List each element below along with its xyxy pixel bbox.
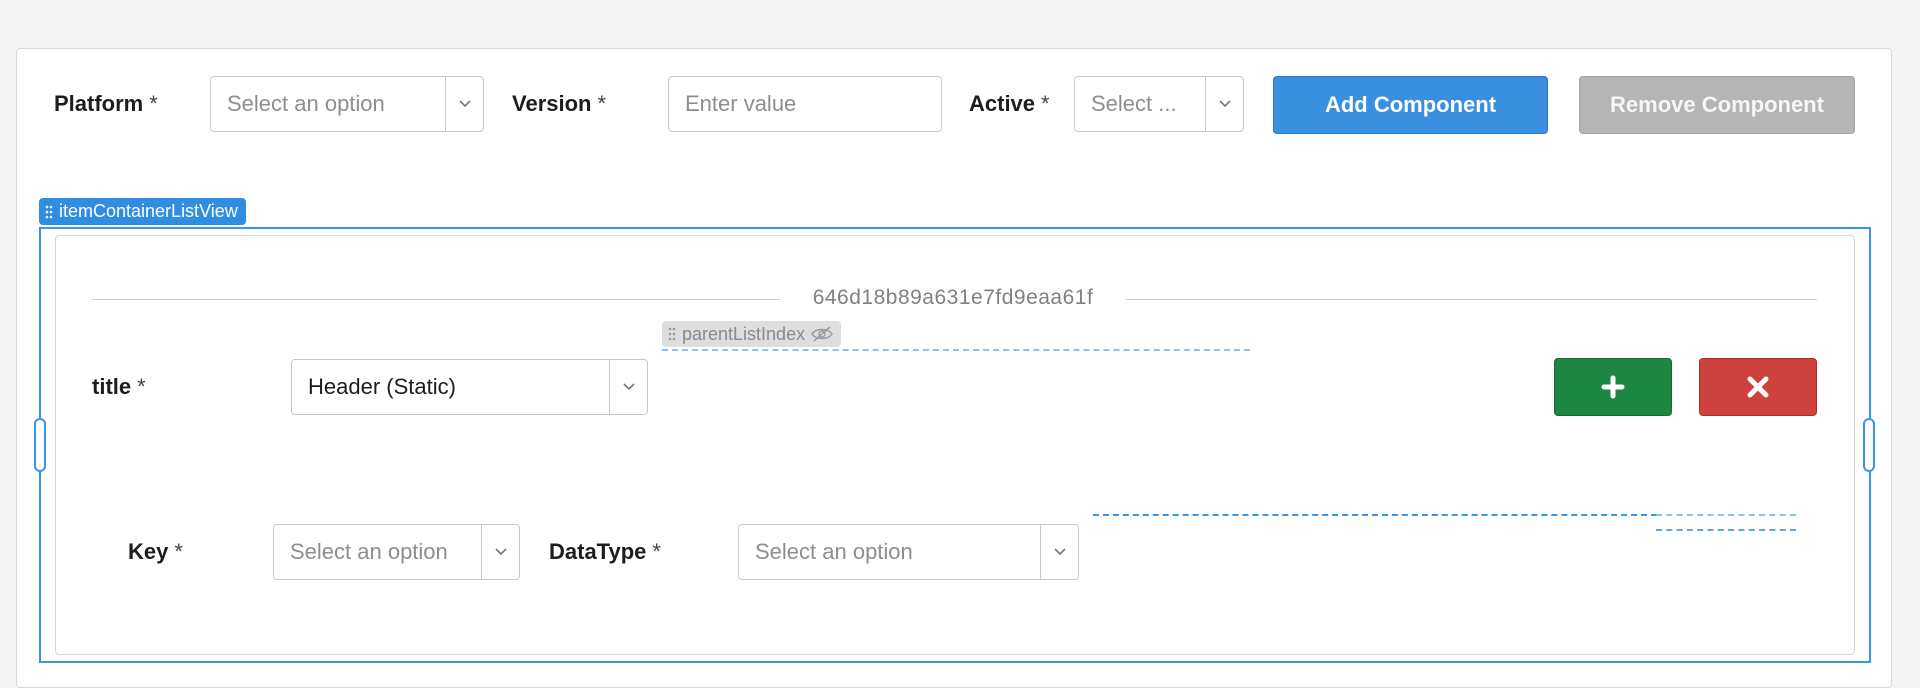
drop-indicator-line	[1656, 529, 1796, 531]
chevron-down-icon[interactable]	[445, 77, 483, 131]
drop-indicator-line	[1656, 514, 1796, 516]
add-component-button[interactable]: Add Component	[1273, 76, 1548, 134]
chevron-down-icon[interactable]	[1205, 77, 1243, 131]
drag-handle-icon[interactable]	[45, 205, 53, 219]
drop-indicator	[662, 349, 1250, 351]
chevron-down-icon[interactable]	[481, 525, 519, 579]
list-view-tag[interactable]: itemContainerListView	[39, 198, 246, 225]
drag-handle-icon[interactable]	[668, 327, 676, 341]
title-select[interactable]: Header (Static)	[291, 359, 648, 415]
version-label: Version *	[512, 91, 607, 116]
key-select[interactable]: Select an option	[273, 524, 520, 580]
platform-label: Platform *	[54, 91, 158, 116]
resize-handle-left[interactable]	[34, 418, 46, 472]
key-label: Key *	[128, 539, 183, 564]
datatype-select[interactable]: Select an option	[738, 524, 1079, 580]
title-label: title *	[92, 374, 146, 399]
version-input[interactable]: Enter value	[668, 76, 942, 132]
parent-list-index-tag[interactable]: parentListIndex	[662, 321, 842, 347]
active-select[interactable]: Select ...	[1074, 76, 1244, 132]
chevron-down-icon[interactable]	[1040, 525, 1078, 579]
datatype-label: DataType *	[549, 539, 661, 564]
add-item-button[interactable]	[1554, 358, 1672, 416]
remove-item-button[interactable]	[1699, 358, 1817, 416]
remove-component-button[interactable]: Remove Component	[1579, 76, 1855, 134]
divider-line-left	[92, 299, 780, 300]
drop-indicator-line	[1093, 514, 1657, 516]
platform-select[interactable]: Select an option	[210, 76, 484, 132]
divider-line-right	[1126, 299, 1817, 300]
plus-icon	[1601, 375, 1625, 399]
eye-off-icon	[811, 326, 833, 342]
item-id-text: 646d18b89a631e7fd9eaa61f	[812, 286, 1094, 309]
resize-handle-right[interactable]	[1863, 418, 1875, 472]
active-label: Active *	[969, 91, 1050, 116]
chevron-down-icon[interactable]	[609, 360, 647, 414]
close-icon	[1747, 376, 1769, 398]
